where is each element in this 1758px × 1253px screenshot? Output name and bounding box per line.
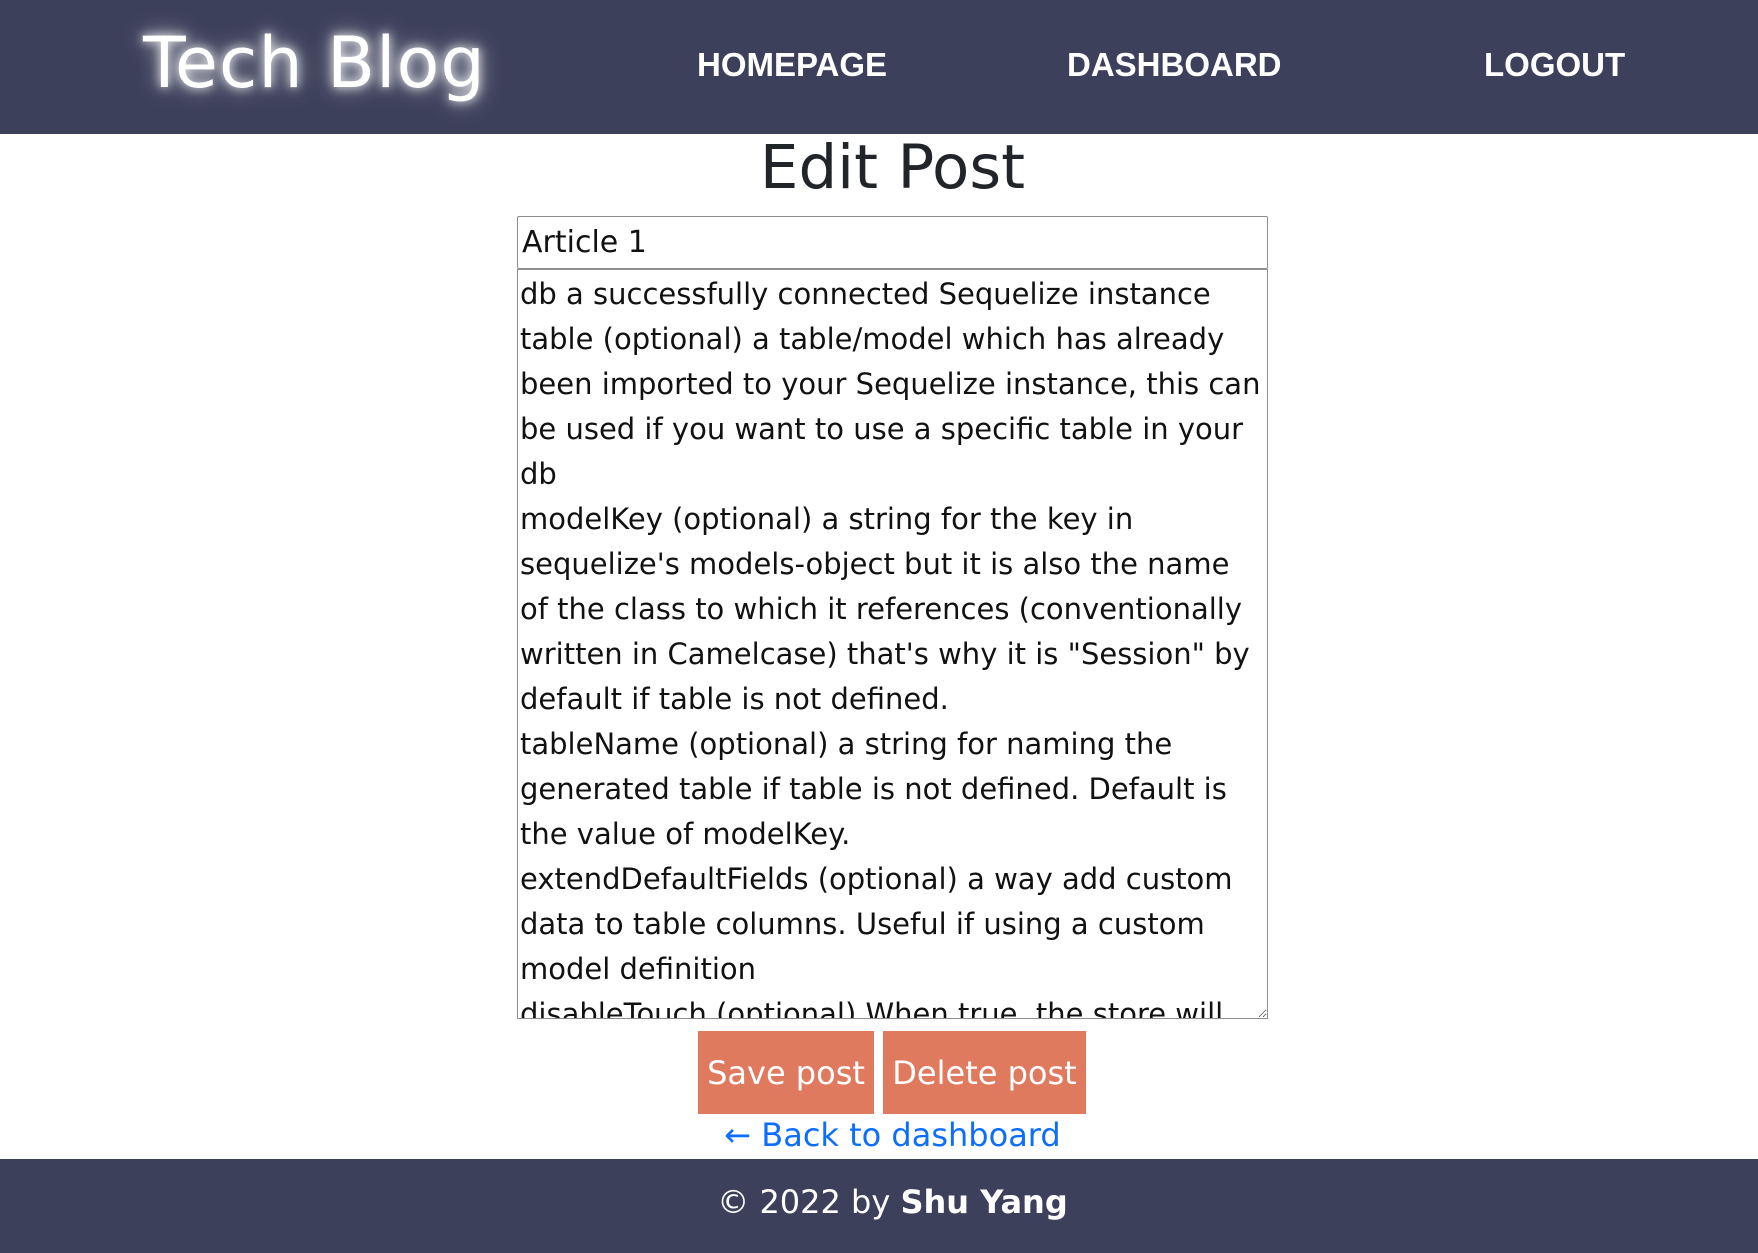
footer-copyright: © 2022 by (717, 1183, 901, 1221)
page-title: Edit Post (759, 132, 1026, 203)
post-content-textarea[interactable]: db a successfully connected Sequelize in… (517, 269, 1268, 1019)
save-post-button[interactable]: Save post (698, 1031, 874, 1114)
footer-author: Shu Yang (900, 1183, 1068, 1221)
delete-post-button[interactable]: Delete post (883, 1031, 1086, 1114)
footer: © 2022 by Shu Yang (0, 1159, 1758, 1253)
navbar: Tech Blog HOMEPAGE DASHBOARD LOGOUT (0, 0, 1758, 134)
back-to-dashboard-link[interactable]: ← Back to dashboard (0, 1116, 1758, 1154)
site-brand[interactable]: Tech Blog (143, 22, 486, 104)
nav-link-dashboard[interactable]: DASHBOARD (1067, 46, 1282, 84)
nav-link-logout[interactable]: LOGOUT (1484, 46, 1625, 84)
footer-text: © 2022 by Shu Yang (717, 1183, 1067, 1221)
post-title-input[interactable] (517, 216, 1268, 269)
nav-link-homepage[interactable]: HOMEPAGE (697, 46, 887, 84)
